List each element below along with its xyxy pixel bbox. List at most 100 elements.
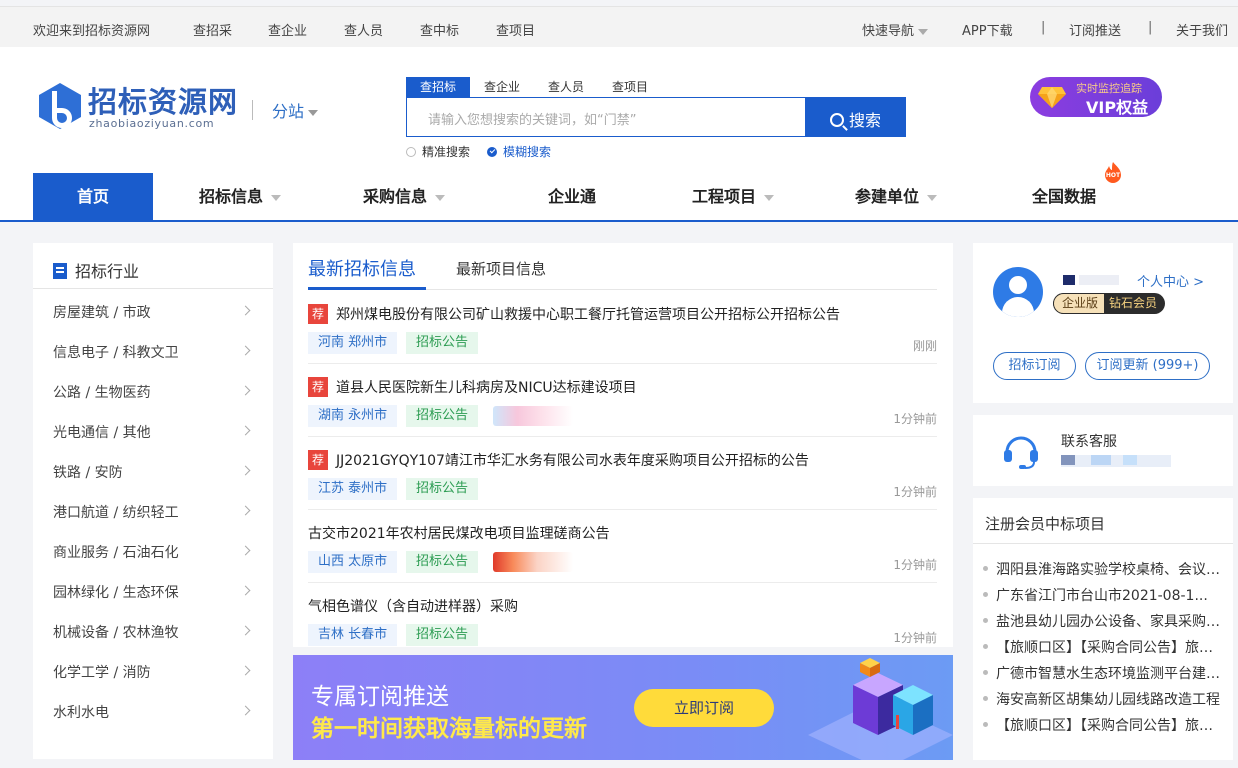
nav-national-data[interactable]: 全国数据 HOT (1032, 162, 1121, 220)
location-tag[interactable]: 吉林 长春市 (308, 624, 398, 646)
vip-benefits-button[interactable]: 实时监控追踪 VIP权益 (1030, 77, 1162, 117)
bid-row[interactable]: 荐 道县人民医院新生儿科病房及NICU达标建设项目 湖南 永州市 招标公告 1分… (308, 364, 937, 437)
bid-title[interactable]: 古交市2021年农村居民煤改电项目监理磋商公告 (308, 523, 610, 543)
nav-home[interactable]: 首页 (33, 173, 153, 220)
chevron-right-icon (240, 465, 251, 476)
search-option-exact[interactable]: 精准搜索 (406, 143, 470, 160)
tab-latest-bids[interactable]: 最新招标信息 (308, 255, 416, 281)
bid-row[interactable]: 气相色谱仪（含自动进样器）采购 吉林 长春市 招标公告 1分钟前 (308, 583, 937, 656)
about-us-link[interactable]: 关于我们 (1176, 20, 1228, 39)
sidebar-item[interactable]: 铁路 / 安防 (53, 462, 253, 482)
bid-title[interactable]: JJ2021GYQY107靖江市华汇水务有限公司水表年度采购项目公开招标的公告 (336, 450, 809, 470)
isometric-cubes-illustration (808, 658, 953, 760)
chevron-right-icon (240, 305, 251, 316)
top-link-person[interactable]: 查人员 (344, 20, 383, 39)
nav-participating-units[interactable]: 参建单位 (855, 173, 938, 220)
sidebar-item-label: 商业服务 / 石油石化 (53, 545, 179, 561)
nav-enterprise[interactable]: 企业通 (548, 173, 596, 220)
logo-domain: zhaobiaoziyuan.com (89, 117, 215, 130)
top-link-bid[interactable]: 查招采 (193, 20, 232, 39)
chevron-right-icon (240, 545, 251, 556)
search-tab-company[interactable]: 查企业 (476, 77, 528, 97)
nav-engineering-projects[interactable]: 工程项目 (692, 173, 775, 220)
bid-row[interactable]: 荐 郑州煤电股份有限公司矿山救援中心职工餐厅托管运营项目公开招标公开招标公告 河… (308, 291, 937, 364)
nav-label: 工程项目 (692, 187, 757, 206)
winner-item[interactable]: 泗阳县淮海路实验学校桌椅、会议室设备采购项目 (983, 559, 1223, 579)
type-tag[interactable]: 招标公告 (406, 478, 479, 500)
timestamp: 1分钟前 (893, 631, 937, 645)
recommend-badge: 荐 (308, 450, 328, 470)
location-tag[interactable]: 河南 郑州市 (308, 332, 398, 354)
search-tab-person[interactable]: 查人员 (540, 77, 592, 97)
winner-item[interactable]: 【旅顺口区】【采购合同公告】旅顺口区采购项目 (983, 637, 1223, 657)
diamond-member-badge: 钻石会员 (1109, 296, 1158, 310)
sidebar-item[interactable]: 光电通信 / 其他 (53, 422, 253, 442)
winner-item[interactable]: 海安高新区胡集幼儿园线路改造工程 (983, 689, 1223, 709)
user-panel: 个人中心 > 企业版 钻石会员 招标订阅 订阅更新 (999+) (973, 243, 1233, 403)
chevron-right-icon (240, 625, 251, 636)
nav-bid-info[interactable]: 招标信息 (199, 173, 282, 220)
location-tag[interactable]: 湖南 永州市 (308, 405, 398, 427)
type-tag[interactable]: 招标公告 (406, 405, 479, 427)
winner-item[interactable]: 广东省江门市台山市2021-08-1... (983, 585, 1223, 605)
redacted-phone-number (1061, 455, 1171, 467)
subscription-updates-button[interactable]: 订阅更新 (999+) (1085, 352, 1210, 380)
bid-row[interactable]: 荐 JJ2021GYQY107靖江市华汇水务有限公司水表年度采购项目公开招标的公… (308, 437, 937, 510)
bid-row[interactable]: 古交市2021年农村居民煤改电项目监理磋商公告 山西 太原市 招标公告 1分钟前 (308, 510, 937, 583)
app-download-link[interactable]: APP下载 (962, 20, 1013, 39)
sidebar-item[interactable]: 水利水电 (53, 702, 253, 722)
logo-icon[interactable] (37, 82, 83, 130)
bid-title[interactable]: 道县人民医院新生儿科病房及NICU达标建设项目 (336, 377, 637, 397)
chevron-down-icon (918, 28, 929, 35)
subscribe-now-button[interactable]: 立即订阅 (634, 689, 774, 727)
bid-subscription-button[interactable]: 招标订阅 (993, 352, 1076, 380)
location-tag[interactable]: 山西 太原市 (308, 551, 398, 573)
search-tab-bid[interactable]: 查招标 (406, 77, 470, 97)
chevron-down-icon (271, 194, 282, 201)
top-link-project[interactable]: 查项目 (496, 20, 535, 39)
customer-service-panel: 联系客服 (973, 415, 1233, 486)
search-input[interactable]: 请输入您想搜索的关键词，如“门禁” (406, 97, 806, 137)
search-button-label: 搜索 (848, 111, 881, 130)
location-tag[interactable]: 江苏 泰州市 (308, 478, 398, 500)
sidebar-item[interactable]: 房屋建筑 / 市政 (53, 302, 253, 322)
timestamp: 1分钟前 (893, 558, 937, 572)
hot-label: HOT (1106, 172, 1121, 179)
type-tag[interactable]: 招标公告 (406, 551, 479, 573)
winner-item[interactable]: 盐池县幼儿园办公设备、家具采购项目 (983, 611, 1223, 631)
chevron-right-icon (240, 345, 251, 356)
substation-dropdown[interactable]: 分站 (272, 98, 319, 122)
personal-center-link[interactable]: 个人中心 > (1137, 271, 1204, 290)
redacted-image (493, 552, 573, 572)
top-link-winning[interactable]: 查中标 (420, 20, 459, 39)
sidebar-item[interactable]: 港口航道 / 纺织轻工 (53, 502, 253, 522)
sidebar-item[interactable]: 机械设备 / 农林渔牧 (53, 622, 253, 642)
type-tag[interactable]: 招标公告 (406, 624, 479, 646)
subscription-banner[interactable]: 专属订阅推送 第一时间获取海量标的更新 立即订阅 (293, 655, 953, 760)
chevron-right-icon (240, 385, 251, 396)
search-button[interactable]: 搜索 (805, 97, 906, 137)
chevron-down-icon (435, 194, 446, 201)
sidebar-item-label: 信息电子 / 科教文卫 (53, 345, 179, 361)
winner-item[interactable]: 广德市智慧水生态环境监测平台建设项目 (983, 663, 1223, 683)
bookmark-icon (53, 263, 67, 279)
bid-title[interactable]: 气相色谱仪（含自动进样器）采购 (308, 596, 518, 616)
sidebar-item[interactable]: 信息电子 / 科教文卫 (53, 342, 253, 362)
tab-latest-projects[interactable]: 最新项目信息 (456, 258, 546, 279)
search-tab-project[interactable]: 查项目 (604, 77, 656, 97)
logo-text[interactable]: 招标资源网 (88, 79, 238, 121)
subscribe-push-link[interactable]: 订阅推送 (1069, 20, 1121, 39)
sidebar-item[interactable]: 园林绿化 / 生态环保 (53, 582, 253, 602)
type-tag[interactable]: 招标公告 (406, 332, 479, 354)
avatar[interactable] (993, 267, 1043, 317)
nav-procurement-info[interactable]: 采购信息 (363, 173, 446, 220)
winner-item[interactable]: 【旅顺口区】【采购合同公告】旅顺口区采购项目 (983, 715, 1223, 735)
sidebar-item[interactable]: 公路 / 生物医药 (53, 382, 253, 402)
separator: | (1148, 20, 1153, 35)
bid-title[interactable]: 郑州煤电股份有限公司矿山救援中心职工餐厅托管运营项目公开招标公开招标公告 (336, 304, 840, 324)
sidebar-item[interactable]: 商业服务 / 石油石化 (53, 542, 253, 562)
top-link-company[interactable]: 查企业 (268, 20, 307, 39)
sidebar-item[interactable]: 化学工学 / 消防 (53, 662, 253, 682)
quick-nav-dropdown[interactable]: 快速导航 (862, 20, 929, 39)
search-option-fuzzy[interactable]: 模糊搜索 (487, 143, 551, 160)
